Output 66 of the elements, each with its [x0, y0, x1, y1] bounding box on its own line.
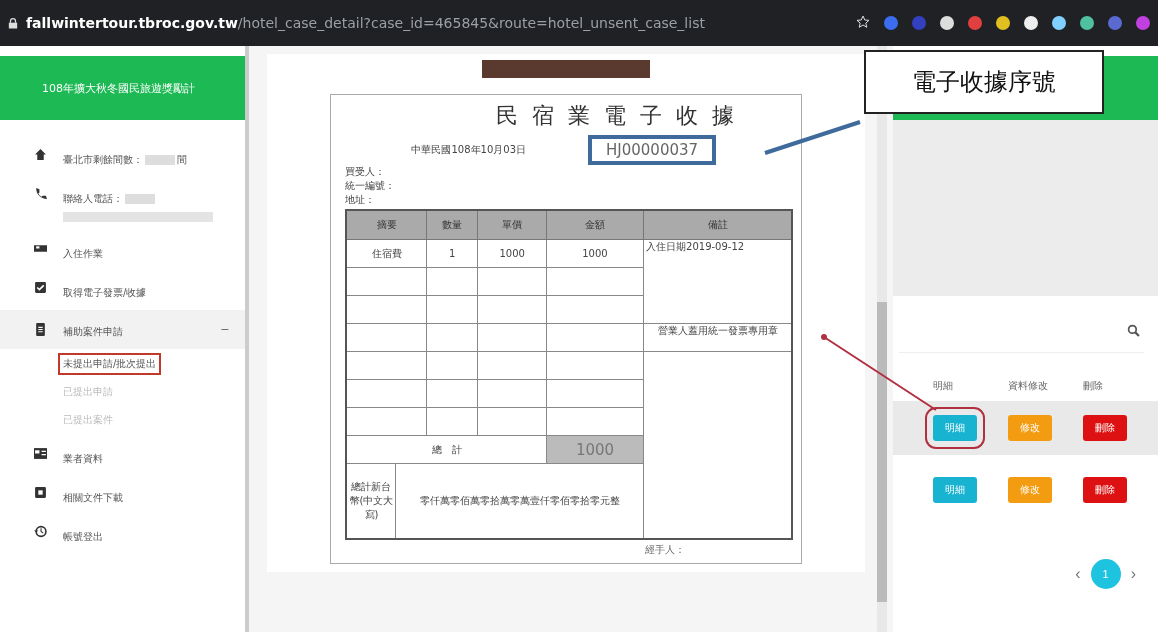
field-label: 統一編號：: [345, 179, 396, 193]
column-header: 明細: [933, 379, 954, 393]
previous-page-button[interactable]: ‹: [1075, 565, 1081, 583]
sidebar-item[interactable]: 臺北市剩餘間數： 間: [0, 138, 246, 177]
total-amount: 1000: [546, 435, 644, 464]
search-icon: [1127, 323, 1140, 337]
extension-icon[interactable]: [940, 16, 954, 30]
table-row[interactable]: 明細 修改 刪除: [893, 401, 1158, 455]
extension-icon[interactable]: [1080, 16, 1094, 30]
lock-icon: [8, 16, 18, 30]
column-header: 金額: [546, 210, 644, 240]
field-label: 買受人：: [345, 165, 386, 179]
column-header: 備註: [643, 210, 793, 240]
menu-label: 相關文件下載: [63, 492, 123, 503]
field-label: 地址：: [345, 193, 376, 207]
total-label: 總 計: [346, 435, 547, 464]
checkbox-icon: [34, 281, 47, 294]
extension-icon[interactable]: [996, 16, 1010, 30]
amount-label: 總計新台幣(中文大寫): [347, 464, 397, 538]
table-row[interactable]: 明細 修改 刪除: [893, 463, 1158, 517]
menu-label: 入住作業: [63, 248, 103, 259]
sidebar-item[interactable]: 相關文件下載: [0, 476, 246, 515]
table-cell: 1000: [546, 239, 644, 268]
menu-label: 取得電子發票/收據: [63, 287, 147, 298]
receipt-title: 民宿業電子收據: [495, 102, 750, 130]
sidebar-header: 108年擴大秋冬國民旅遊獎勵計: [0, 56, 246, 120]
square-icon: [34, 486, 47, 499]
collapse-toggle[interactable]: −: [220, 323, 230, 336]
submenu-item[interactable]: 未提出申請/批次提出: [60, 355, 160, 373]
extension-icon[interactable]: [1024, 16, 1038, 30]
table-cell: 住宿費: [346, 239, 427, 268]
next-page-button[interactable]: ›: [1130, 565, 1136, 583]
receipt-date: 中華民國108年10月03日: [411, 143, 526, 157]
scrollbar-thumb[interactable]: [877, 302, 888, 602]
delete-button[interactable]: 刪除: [1083, 477, 1127, 503]
id-card-icon: [34, 447, 47, 460]
column-header: 資料修改: [1008, 379, 1049, 393]
history-icon: [34, 525, 47, 538]
phone-icon: [34, 187, 47, 200]
receipt-number: HJ00000037: [588, 135, 717, 165]
home-icon: [34, 148, 47, 161]
sidebar-item[interactable]: 帳號登出: [0, 515, 246, 554]
table-cell: 1: [426, 239, 478, 268]
sidebar-item[interactable]: 業者資料: [0, 437, 246, 476]
menu-label: 聯絡人電話：: [63, 193, 157, 204]
table-cell: 營業人蓋用統一發票專用章: [643, 323, 793, 352]
column-header: 數量: [426, 210, 478, 240]
column-header: 刪除: [1083, 379, 1104, 393]
column-header: 單價: [477, 210, 547, 240]
amount-in-words: 零仟萬零佰萬零拾萬零萬壹仟零佰零拾零元整: [418, 494, 621, 508]
sidebar-item[interactable]: 取得電子發票/收據: [0, 271, 246, 310]
delete-button[interactable]: 刪除: [1083, 415, 1127, 441]
sidebar-item[interactable]: 入住作業: [0, 232, 246, 271]
document-icon: [34, 323, 47, 336]
menu-label: 臺北市剩餘間數： 間: [63, 154, 187, 165]
table-cell: 1000: [477, 239, 547, 268]
extension-icon[interactable]: [1052, 16, 1066, 30]
column-header: 摘要: [346, 210, 427, 240]
sidebar-item[interactable]: 補助案件申請 −: [0, 310, 246, 349]
menu-label: 帳號登出: [63, 531, 103, 542]
annotation-callout: 電子收據序號: [864, 50, 1104, 114]
table-cell: 入住日期2019-09-12: [643, 239, 793, 324]
menu-label: 業者資料: [63, 453, 103, 464]
sidebar-item[interactable]: 聯絡人電話：: [0, 177, 246, 232]
menu-label: 補助案件申請: [63, 326, 123, 337]
handler-label: 經手人：: [644, 543, 687, 557]
